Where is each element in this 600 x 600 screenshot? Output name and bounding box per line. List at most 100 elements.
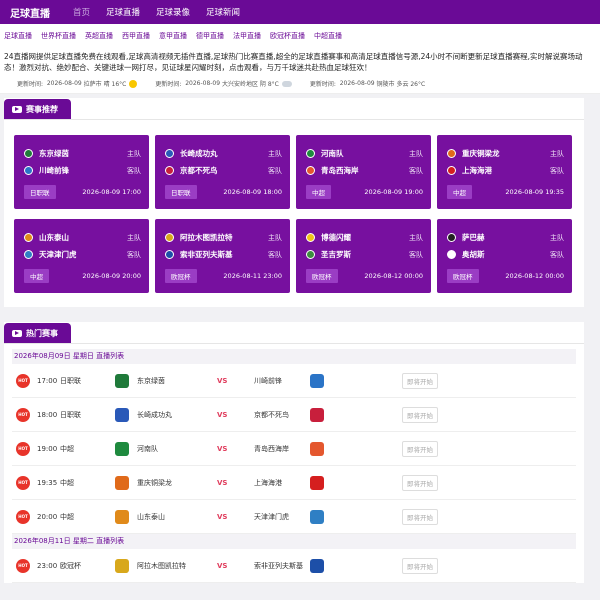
- status-button[interactable]: 即将开始: [402, 372, 438, 389]
- home-row: 长崎成功丸 主队: [165, 145, 282, 162]
- weather-place: 拉萨市: [83, 81, 102, 88]
- match-league: 中超: [60, 444, 74, 453]
- league-badge: 中超: [24, 269, 49, 283]
- subnav-item[interactable]: 西甲直播: [122, 31, 150, 41]
- match-card[interactable]: 东京绿茵 主队 川崎前锋 客队 日职联 2026-08-09 17:00: [14, 135, 149, 209]
- subnav-item[interactable]: 足球直播: [4, 31, 32, 41]
- home-team-logo: [115, 373, 129, 388]
- card-footer: 欧冠杯 2026-08-12 00:00: [306, 269, 423, 283]
- home-role-label: 主队: [409, 233, 423, 242]
- status-button[interactable]: 即将开始: [402, 406, 438, 423]
- home-team-name: 长崎成功丸: [180, 149, 218, 158]
- match-card[interactable]: 山东泰山 主队天津津门虎 客队 中超 2026-08-09 20:00: [14, 219, 149, 293]
- recommend-title: 赛事推荐: [4, 99, 71, 119]
- subnav-item[interactable]: 德甲直播: [196, 31, 224, 41]
- status-button[interactable]: 即将开始: [402, 440, 438, 457]
- match-time: 2026-08-09 19:35: [505, 188, 564, 196]
- match-row[interactable]: HOT 17:00 日职联 东京绿茵 VS 川崎前锋 即将开始: [12, 364, 576, 398]
- card-footer: 中超 2026-08-09 19:00: [306, 185, 423, 199]
- weather-cond: 多云 26°C: [396, 81, 426, 88]
- vs-label: VS: [217, 561, 228, 570]
- home-team-name: 东京绿茵: [137, 376, 165, 385]
- status-button[interactable]: 即将开始: [402, 508, 438, 525]
- subnav-item[interactable]: 中超直播: [314, 31, 342, 41]
- match-time: 2026-08-09 17:00: [82, 188, 141, 196]
- match-time: 17:00: [37, 376, 58, 385]
- match-row[interactable]: HOT 20:00 中超 山东泰山 VS 天津津门虎 即将开始: [12, 500, 576, 534]
- nav-home[interactable]: 首页: [73, 6, 90, 18]
- recommend-title-text: 赛事推荐: [26, 104, 58, 114]
- away-row: 奥胡斯 客队: [447, 246, 564, 263]
- home-team-name: 河南队: [137, 444, 158, 453]
- match-card[interactable]: 长崎成功丸 主队 京都不死鸟 客队 日职联 2026-08-09 18:00: [155, 135, 290, 209]
- hot-fire-icon: HOT: [16, 441, 30, 456]
- home-team-name: 博德闪耀: [321, 233, 351, 242]
- match-card[interactable]: 重庆铜梁龙 主队 上海海港 客队 中超 2026-08-09 19:35: [437, 135, 572, 209]
- home-row: 阿拉木图凯拉特 主队: [165, 229, 282, 246]
- home-row: 重庆铜梁龙 主队: [447, 145, 564, 162]
- match-row[interactable]: HOT 19:00 中超 河南队 VS 青岛西海岸 即将开始: [12, 432, 576, 466]
- match-card[interactable]: 阿拉木图凯拉特 主队 索非亚列夫斯基 客队 欧冠杯 2026-08-11 23:00: [155, 219, 290, 293]
- home-role-label: 主队: [127, 233, 141, 242]
- home-team-logo: [306, 233, 315, 242]
- video-play-icon: [12, 329, 22, 337]
- home-team-logo: [447, 233, 456, 242]
- match-time: 2026-08-09 18:00: [223, 188, 282, 196]
- home-team-logo: [115, 558, 129, 573]
- match-row[interactable]: HOT 18:00 日职联 长崎成功丸 VS 京都不死鸟 即将开始: [12, 398, 576, 432]
- match-card[interactable]: 萨巴赫 主队 奥胡斯 客队 欧冠杯 2026-08-12 00:00: [437, 219, 572, 293]
- subnav-item[interactable]: 英超直播: [85, 31, 113, 41]
- match-row[interactable]: HOT 23:00 欧冠杯 阿拉木图凯拉特 VS 索非亚列夫斯基 即将开始: [12, 549, 576, 583]
- match-time: 2026-08-12 00:00: [364, 272, 423, 280]
- recommend-card-grid: 东京绿茵 主队 川崎前锋 客队 日职联 2026-08-09 17:00 长崎成功丸 主队 京都…: [4, 120, 584, 307]
- away-row: 天津津门虎 客队: [24, 246, 141, 263]
- match-time: 20:00: [37, 512, 58, 521]
- hot-title: 热门赛事: [4, 323, 71, 343]
- card-footer: 欧冠杯 2026-08-11 23:00: [165, 269, 282, 283]
- nav-football-replay[interactable]: 足球录像: [156, 6, 190, 18]
- weather-label: 更新时间:: [309, 81, 336, 88]
- home-team-name: 长崎成功丸: [137, 410, 172, 419]
- home-team-name: 山东泰山: [39, 233, 69, 242]
- match-card[interactable]: 博德闪耀 主队 圣吉罗斯 客队 欧冠杯 2026-08-12 00:00: [296, 219, 431, 293]
- home-team-name: 河南队: [321, 149, 344, 158]
- away-team-logo: [306, 166, 315, 175]
- away-row: 上海海港 客队: [447, 162, 564, 179]
- subnav-item[interactable]: 意甲直播: [159, 31, 187, 41]
- status-button[interactable]: 即将开始: [402, 557, 438, 574]
- subnav-item[interactable]: 法甲直播: [233, 31, 261, 41]
- match-card[interactable]: 河南队 主队 青岛西海岸 客队 中超 2026-08-09 19:00: [296, 135, 431, 209]
- nav-football-live[interactable]: 足球直播: [106, 6, 140, 18]
- away-team-logo: [310, 373, 324, 388]
- home-role-label: 主队: [409, 149, 423, 158]
- date-header: 2026年08月11日 星期二 直播列表: [12, 534, 576, 549]
- away-team-name: 索非亚列夫斯基: [180, 250, 233, 259]
- match-time: 2026-08-11 23:00: [223, 272, 282, 280]
- site-logo[interactable]: 足球直播: [0, 5, 60, 20]
- match-time: 19:00: [37, 444, 58, 453]
- recommend-panel: 赛事推荐 东京绿茵 主队 川崎前锋 客队 日职联 2026-08-09 17:00 长崎成功…: [4, 98, 584, 307]
- hot-fire-icon: HOT: [16, 407, 30, 422]
- league-badge: 日职联: [165, 185, 197, 199]
- match-time: 2026-08-09 19:00: [364, 188, 423, 196]
- away-team-name: 青岛西海岸: [254, 444, 289, 453]
- nav-football-news[interactable]: 足球新闻: [206, 6, 240, 18]
- video-play-icon: [12, 105, 22, 113]
- hot-fire-icon: HOT: [16, 373, 30, 388]
- subnav-item[interactable]: 世界杯直播: [41, 31, 76, 41]
- weather-date: 2026-08-09: [46, 80, 82, 87]
- match-league: 日职联: [60, 376, 81, 385]
- subnav-item[interactable]: 欧冠杯直播: [270, 31, 305, 41]
- home-role-label: 主队: [268, 233, 282, 242]
- hot-match-list: 2026年08月09日 星期日 直播列表 HOT 17:00 日职联 东京绿茵 VS 川崎前…: [4, 344, 584, 583]
- away-team-name: 京都不死鸟: [180, 166, 218, 175]
- card-footer: 中超 2026-08-09 20:00: [24, 269, 141, 283]
- league-badge: 欧冠杯: [165, 269, 197, 283]
- hot-head: 热门赛事: [4, 322, 584, 344]
- away-team-logo: [310, 441, 324, 456]
- match-row[interactable]: HOT 19:35 中超 重庆铜梁龙 VS 上海海港 即将开始: [12, 466, 576, 500]
- hot-fire-icon: HOT: [16, 558, 30, 573]
- home-team-name: 重庆铜梁龙: [462, 149, 500, 158]
- home-row: 博德闪耀 主队: [306, 229, 423, 246]
- status-button[interactable]: 即将开始: [402, 474, 438, 491]
